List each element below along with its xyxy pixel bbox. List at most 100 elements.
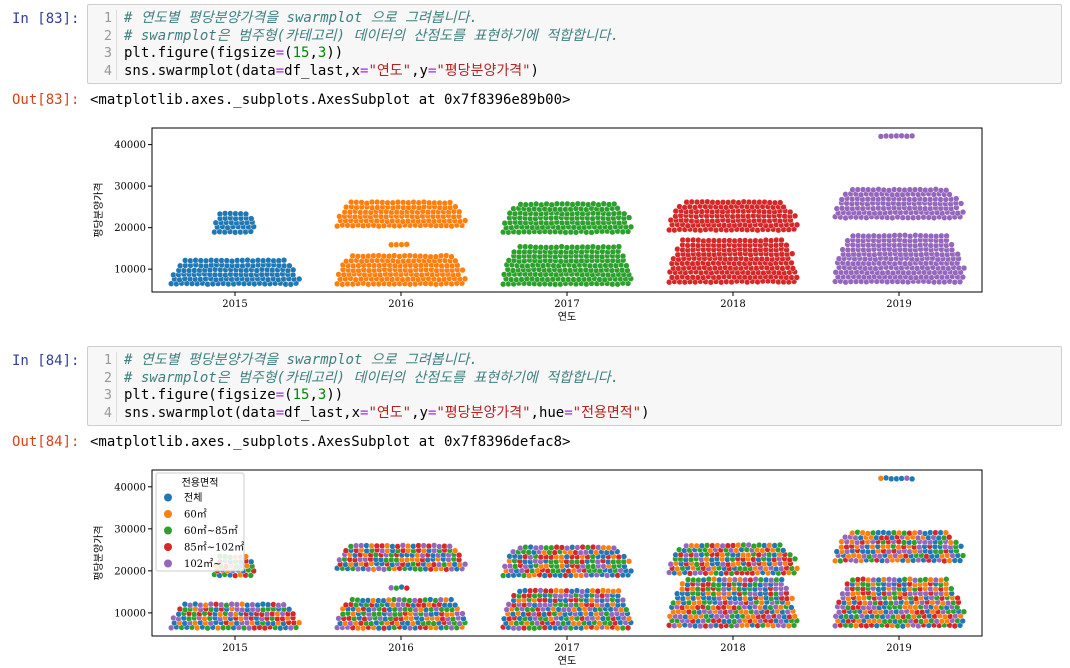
data-point <box>227 611 234 618</box>
data-point <box>558 563 566 570</box>
line-number: 2 <box>103 27 112 44</box>
data-point <box>674 251 681 258</box>
data-point <box>957 543 965 550</box>
data-point <box>698 542 706 549</box>
data-point <box>761 208 768 215</box>
data-point <box>384 542 391 549</box>
data-point <box>275 257 282 264</box>
data-point <box>921 530 929 537</box>
data-point <box>335 615 342 622</box>
data-point <box>456 552 463 559</box>
data-point <box>358 199 365 206</box>
data-point <box>695 576 702 584</box>
data-point <box>853 613 860 620</box>
data-point <box>462 217 469 224</box>
data-point <box>943 576 950 583</box>
data-point <box>951 622 958 630</box>
data-point <box>186 267 193 274</box>
data-point <box>417 253 424 260</box>
data-point <box>714 542 721 549</box>
data-point <box>380 253 388 260</box>
data-point <box>192 257 199 264</box>
data-point <box>350 262 357 270</box>
data-point <box>385 596 392 604</box>
data-point <box>901 576 908 583</box>
data-point <box>446 543 453 550</box>
data-point <box>175 611 182 618</box>
data-point <box>521 248 528 256</box>
data-point <box>679 586 686 593</box>
data-point <box>891 576 898 584</box>
data-point <box>527 587 534 594</box>
data-point <box>608 267 615 274</box>
y-tick-label: 20000 <box>114 223 146 234</box>
data-point <box>615 587 622 594</box>
code-editor[interactable]: # 연도별 평당분양가격을 swarmplot 으로 그려봅니다. # swar… <box>124 352 650 422</box>
code-line: plt.figure(figsize=(15,3)) <box>124 387 650 405</box>
data-point <box>374 204 381 211</box>
data-point <box>927 232 935 240</box>
data-point <box>917 186 924 193</box>
data-point <box>339 611 347 618</box>
data-point <box>384 199 391 206</box>
data-point <box>296 275 303 283</box>
data-point <box>562 597 569 604</box>
data-point <box>353 542 360 549</box>
data-point <box>388 584 395 591</box>
data-point <box>460 615 467 622</box>
code-token: sns.swarmplot(data <box>124 62 276 79</box>
data-point <box>586 262 594 269</box>
code-cell-input[interactable]: 1 2 3 4 # 연도별 평당분양가격을 swarmplot 으로 그려봅니다… <box>87 346 1062 426</box>
data-point <box>627 223 635 231</box>
data-point <box>870 232 877 239</box>
data-point <box>363 200 370 207</box>
data-point <box>375 597 382 604</box>
data-point <box>259 601 267 608</box>
data-point <box>946 214 953 221</box>
data-point <box>880 205 887 212</box>
data-point <box>553 587 560 594</box>
data-point <box>761 542 768 549</box>
code-cell-input[interactable]: 1 2 3 4 # 연도별 평당분양가격을 swarmplot 으로 그려봅니다… <box>87 4 1062 84</box>
data-point <box>842 279 849 286</box>
data-point <box>269 267 276 274</box>
data-point <box>426 601 433 608</box>
legend-marker <box>164 526 172 535</box>
data-point <box>711 265 719 272</box>
data-point <box>441 543 448 550</box>
data-point <box>882 599 889 607</box>
data-point <box>709 542 716 549</box>
data-point <box>733 547 740 554</box>
data-point <box>594 558 601 565</box>
data-point <box>517 544 524 552</box>
data-point <box>547 597 554 604</box>
data-point <box>512 563 519 570</box>
data-point <box>844 246 852 253</box>
data-point <box>933 251 941 258</box>
data-point <box>740 198 747 205</box>
data-point <box>844 237 851 244</box>
data-point <box>405 542 412 550</box>
data-point <box>431 199 438 207</box>
data-point <box>548 244 555 251</box>
data-point <box>594 588 601 595</box>
code-editor[interactable]: # 연도별 평당분양가격을 swarmplot 으로 그려봅니다. # swar… <box>124 10 619 80</box>
data-point <box>375 625 382 632</box>
data-point <box>860 233 867 240</box>
data-point <box>877 600 884 607</box>
data-point <box>398 241 405 248</box>
data-point <box>420 198 428 206</box>
data-point <box>875 576 882 584</box>
data-point <box>688 217 695 225</box>
data-point <box>865 576 872 584</box>
data-point <box>542 587 549 595</box>
data-point <box>365 267 373 274</box>
data-point <box>857 191 865 198</box>
data-point <box>927 576 934 583</box>
data-point <box>436 561 443 568</box>
data-point <box>843 613 850 620</box>
data-point <box>386 253 393 260</box>
data-point <box>685 599 693 606</box>
data-point <box>607 224 614 231</box>
input-prompt: In [83]: <box>12 11 80 27</box>
